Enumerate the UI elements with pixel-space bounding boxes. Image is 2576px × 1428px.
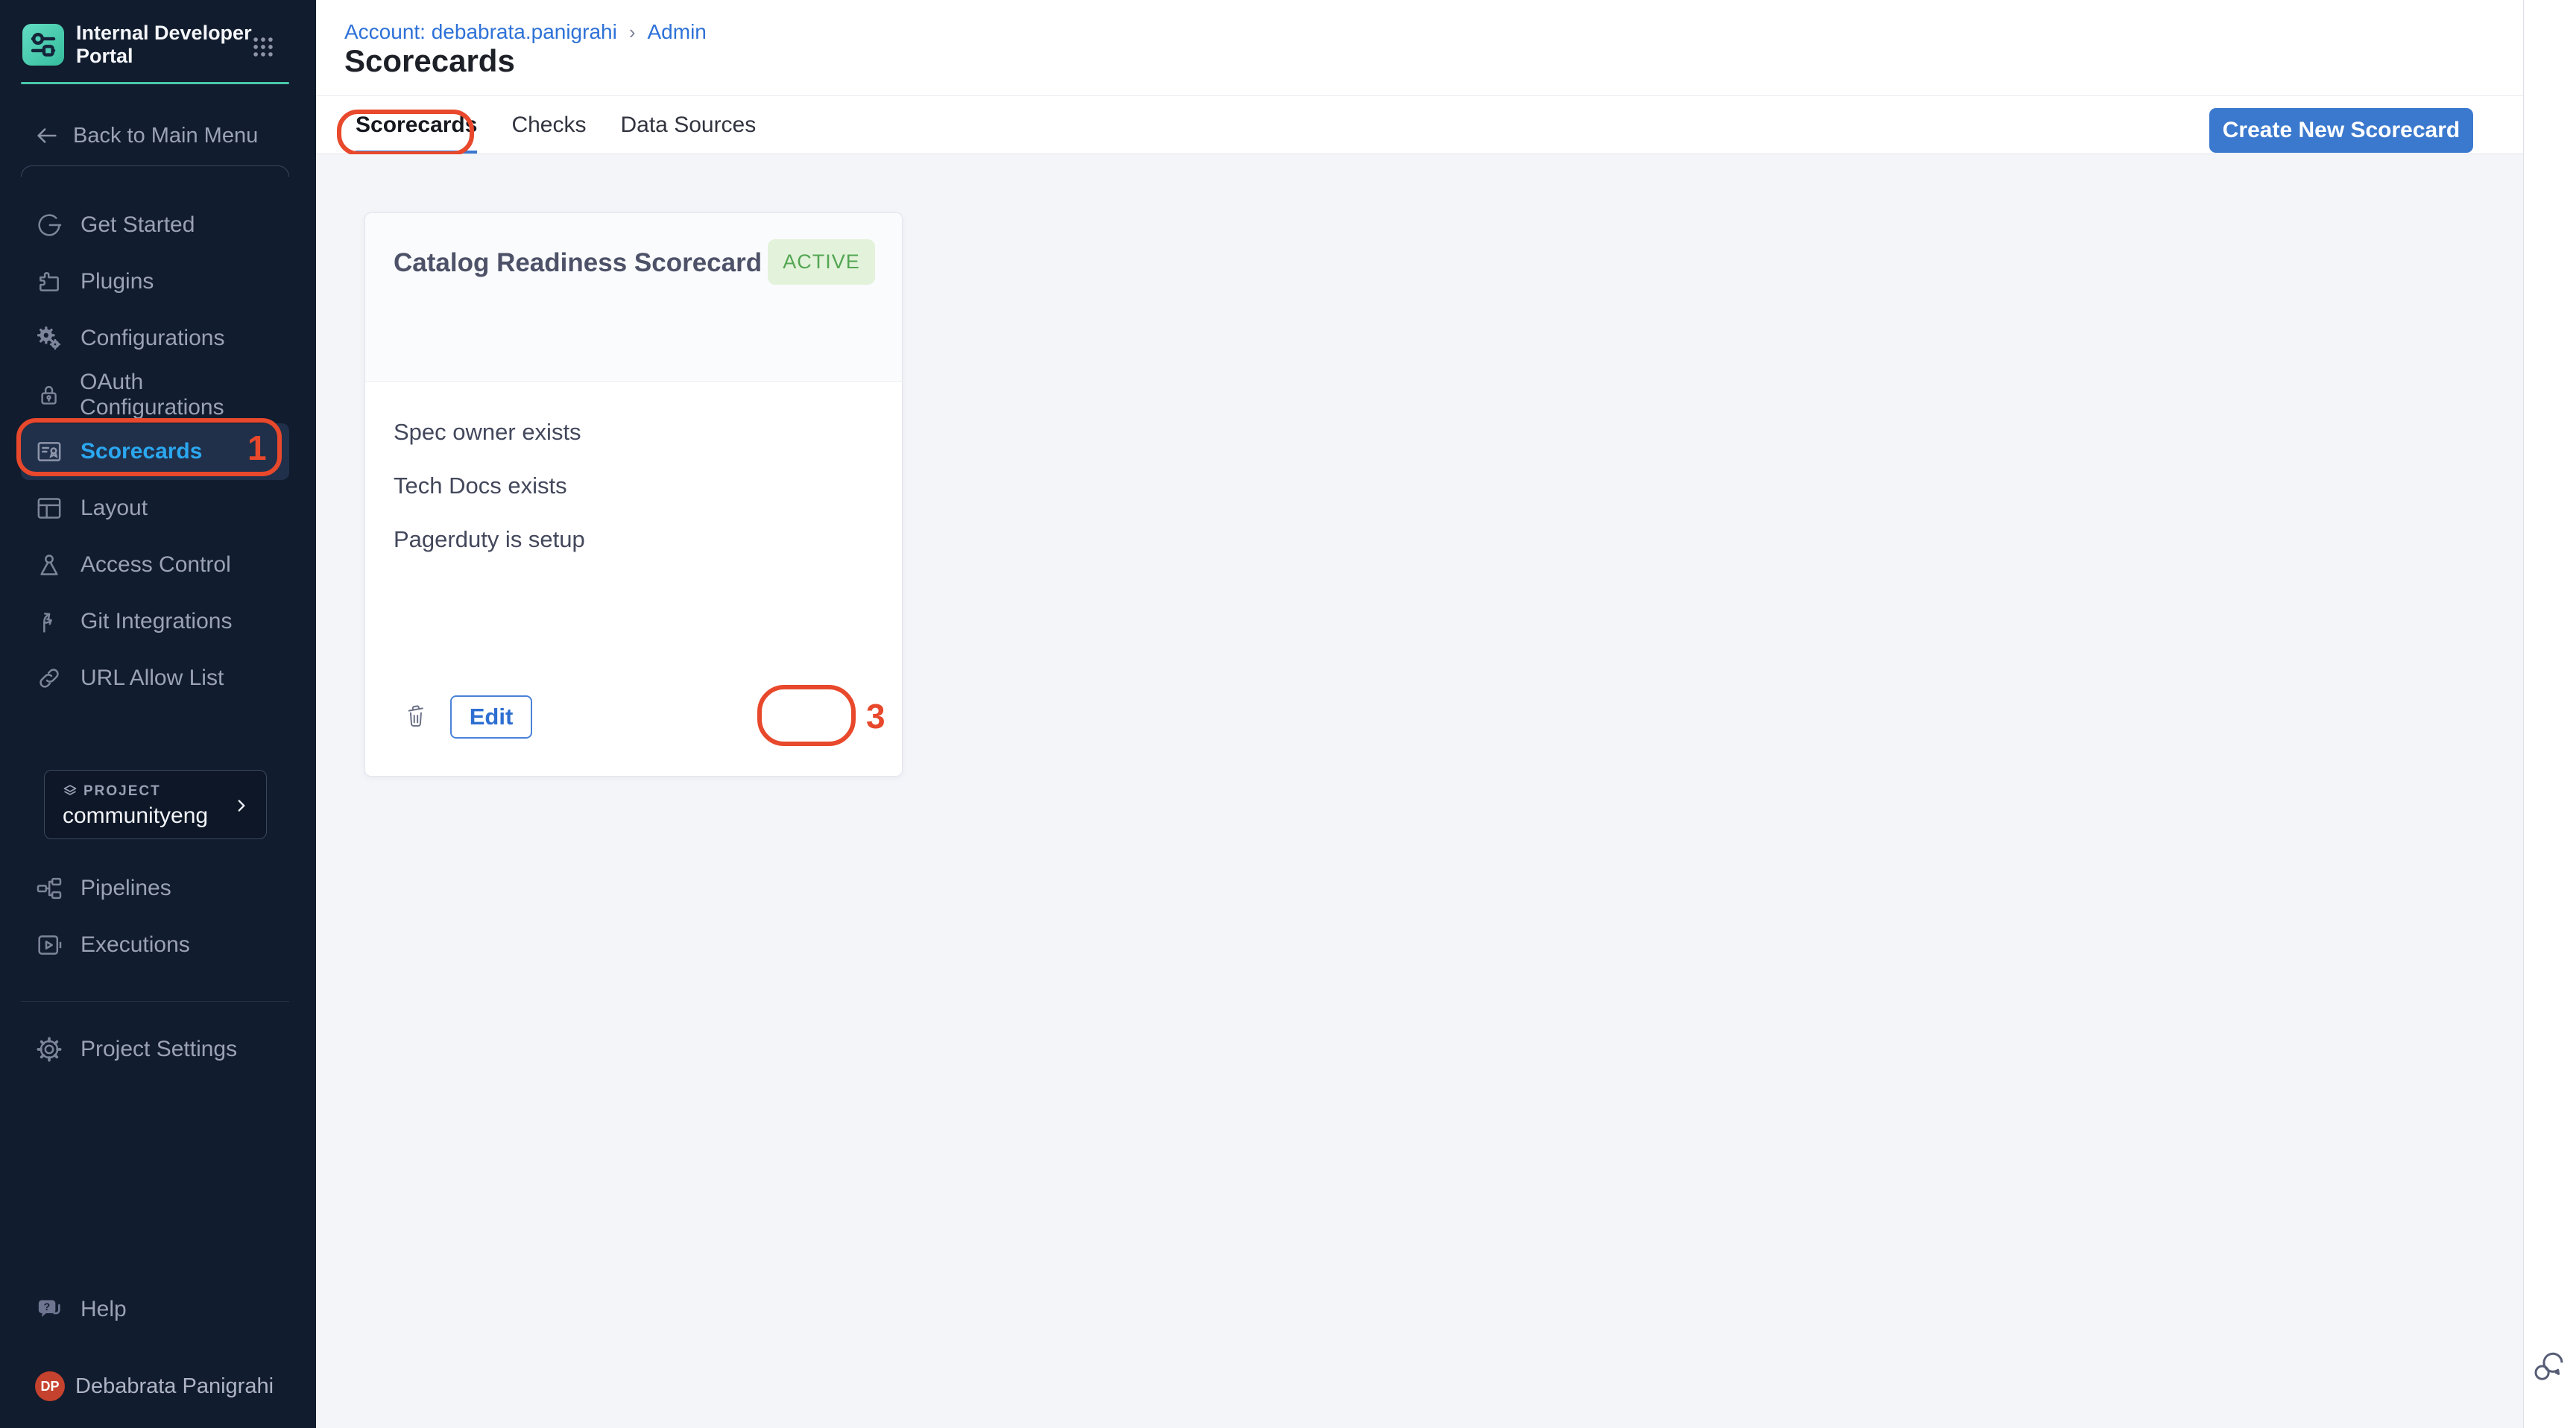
project-name: communityeng <box>63 803 208 829</box>
status-badge: ACTIVE <box>768 239 875 285</box>
check-item: Spec owner exists <box>394 420 585 444</box>
check-item: Tech Docs exists <box>394 474 585 498</box>
sidebar-item-plugins[interactable]: Plugins <box>21 253 289 310</box>
project-selector[interactable]: PROJECT communityeng <box>44 770 267 839</box>
sidebar-item-scorecards[interactable]: Scorecards <box>21 423 289 480</box>
page-title: Scorecards <box>344 43 515 79</box>
create-new-scorecard-button[interactable]: Create New Scorecard <box>2209 108 2473 153</box>
layout-icon <box>34 493 64 523</box>
sidebar-item-executions[interactable]: Executions <box>21 917 289 973</box>
content-area: Catalog Readiness Scorecard ACTIVE Spec … <box>316 154 2523 1428</box>
page-header: Account: debabrata.panigrahi › Admin Sco… <box>316 0 2523 96</box>
executions-icon <box>34 930 64 960</box>
sidebar: Internal Developer Portal Back to Main M… <box>0 0 316 1428</box>
breadcrumb-separator: › <box>629 21 636 44</box>
avatar: DP <box>35 1371 65 1401</box>
help-section: ? Help <box>21 1281 289 1338</box>
sidebar-item-project-settings[interactable]: Project Settings <box>21 1021 289 1078</box>
breadcrumb-account-link[interactable]: Account: debabrata.panigrahi <box>344 20 617 44</box>
right-side-strip <box>2523 0 2576 1428</box>
sidebar-item-layout[interactable]: Layout <box>21 480 289 537</box>
sidebar-item-get-started[interactable]: Get Started <box>21 197 289 253</box>
sidebar-item-access-control[interactable]: Access Control <box>21 537 289 593</box>
back-arrow-icon <box>34 123 60 148</box>
lock-icon <box>34 380 63 410</box>
user-name: Debabrata Panigrahi <box>75 1374 274 1399</box>
sidebar-item-url-allow-list[interactable]: URL Allow List <box>21 650 289 707</box>
project-eyebrow-label: PROJECT <box>83 783 161 800</box>
tab-bar: Scorecards Checks Data Sources <box>316 96 2523 154</box>
scorecard-icon <box>34 437 64 467</box>
git-branch-icon <box>34 607 64 636</box>
chevron-right-icon <box>232 796 251 815</box>
sidebar-item-pipelines[interactable]: Pipelines <box>21 860 289 917</box>
sidebar-accent-divider <box>21 82 289 84</box>
sidebar-divider <box>21 1001 289 1002</box>
scorecard-card: Catalog Readiness Scorecard ACTIVE Spec … <box>364 212 903 777</box>
settings-section: Project Settings <box>21 1021 289 1078</box>
tab-scorecards[interactable]: Scorecards <box>356 96 477 154</box>
app-window: Internal Developer Portal Back to Main M… <box>0 0 2576 1428</box>
chat-widget-icon[interactable] <box>2531 1349 2567 1385</box>
trash-icon <box>404 702 428 729</box>
edit-scorecard-button[interactable]: Edit <box>450 695 532 739</box>
check-item: Pagerduty is setup <box>394 528 585 552</box>
admin-menu: Get Started Plugins <box>21 197 289 707</box>
svg-text:?: ? <box>44 1301 51 1313</box>
plugins-icon <box>34 267 64 297</box>
user-profile[interactable]: DP Debabrata Panigrahi <box>21 1358 304 1415</box>
gear-icon <box>34 1034 64 1064</box>
project-tools-menu: Pipelines Executions <box>21 860 289 973</box>
sidebar-item-git-integrations[interactable]: Git Integrations <box>21 593 289 650</box>
gears-icon <box>34 323 64 353</box>
scorecard-checks-list: Spec owner exists Tech Docs exists Pager… <box>394 420 585 581</box>
breadcrumb: Account: debabrata.panigrahi › Admin <box>344 20 707 44</box>
tab-checks[interactable]: Checks <box>511 96 586 154</box>
person-icon <box>34 550 64 580</box>
delete-scorecard-button[interactable] <box>404 698 437 733</box>
sliders-logo-icon <box>22 24 64 66</box>
breadcrumb-admin-link[interactable]: Admin <box>648 20 707 44</box>
sidebar-item-configurations[interactable]: Configurations <box>21 310 289 367</box>
app-logo[interactable] <box>22 24 64 66</box>
pipelines-icon <box>34 873 64 903</box>
scorecard-title: Catalog Readiness Scorecard <box>394 248 762 278</box>
get-started-icon <box>34 210 64 240</box>
link-icon <box>34 663 64 693</box>
app-switcher-grid-icon[interactable] <box>250 34 276 60</box>
sidebar-item-help[interactable]: ? Help <box>21 1281 289 1338</box>
tab-data-sources[interactable]: Data Sources <box>620 96 756 154</box>
help-chat-icon: ? <box>34 1295 64 1324</box>
sidebar-item-oauth-configurations[interactable]: OAuth Configurations <box>21 367 289 423</box>
layers-icon <box>61 783 79 800</box>
scorecard-card-header: Catalog Readiness Scorecard ACTIVE <box>365 213 902 382</box>
back-to-main-menu[interactable]: Back to Main Menu <box>34 121 258 151</box>
back-label: Back to Main Menu <box>73 124 258 148</box>
menu-panel-border <box>21 165 289 177</box>
app-title: Internal Developer Portal <box>76 22 252 68</box>
